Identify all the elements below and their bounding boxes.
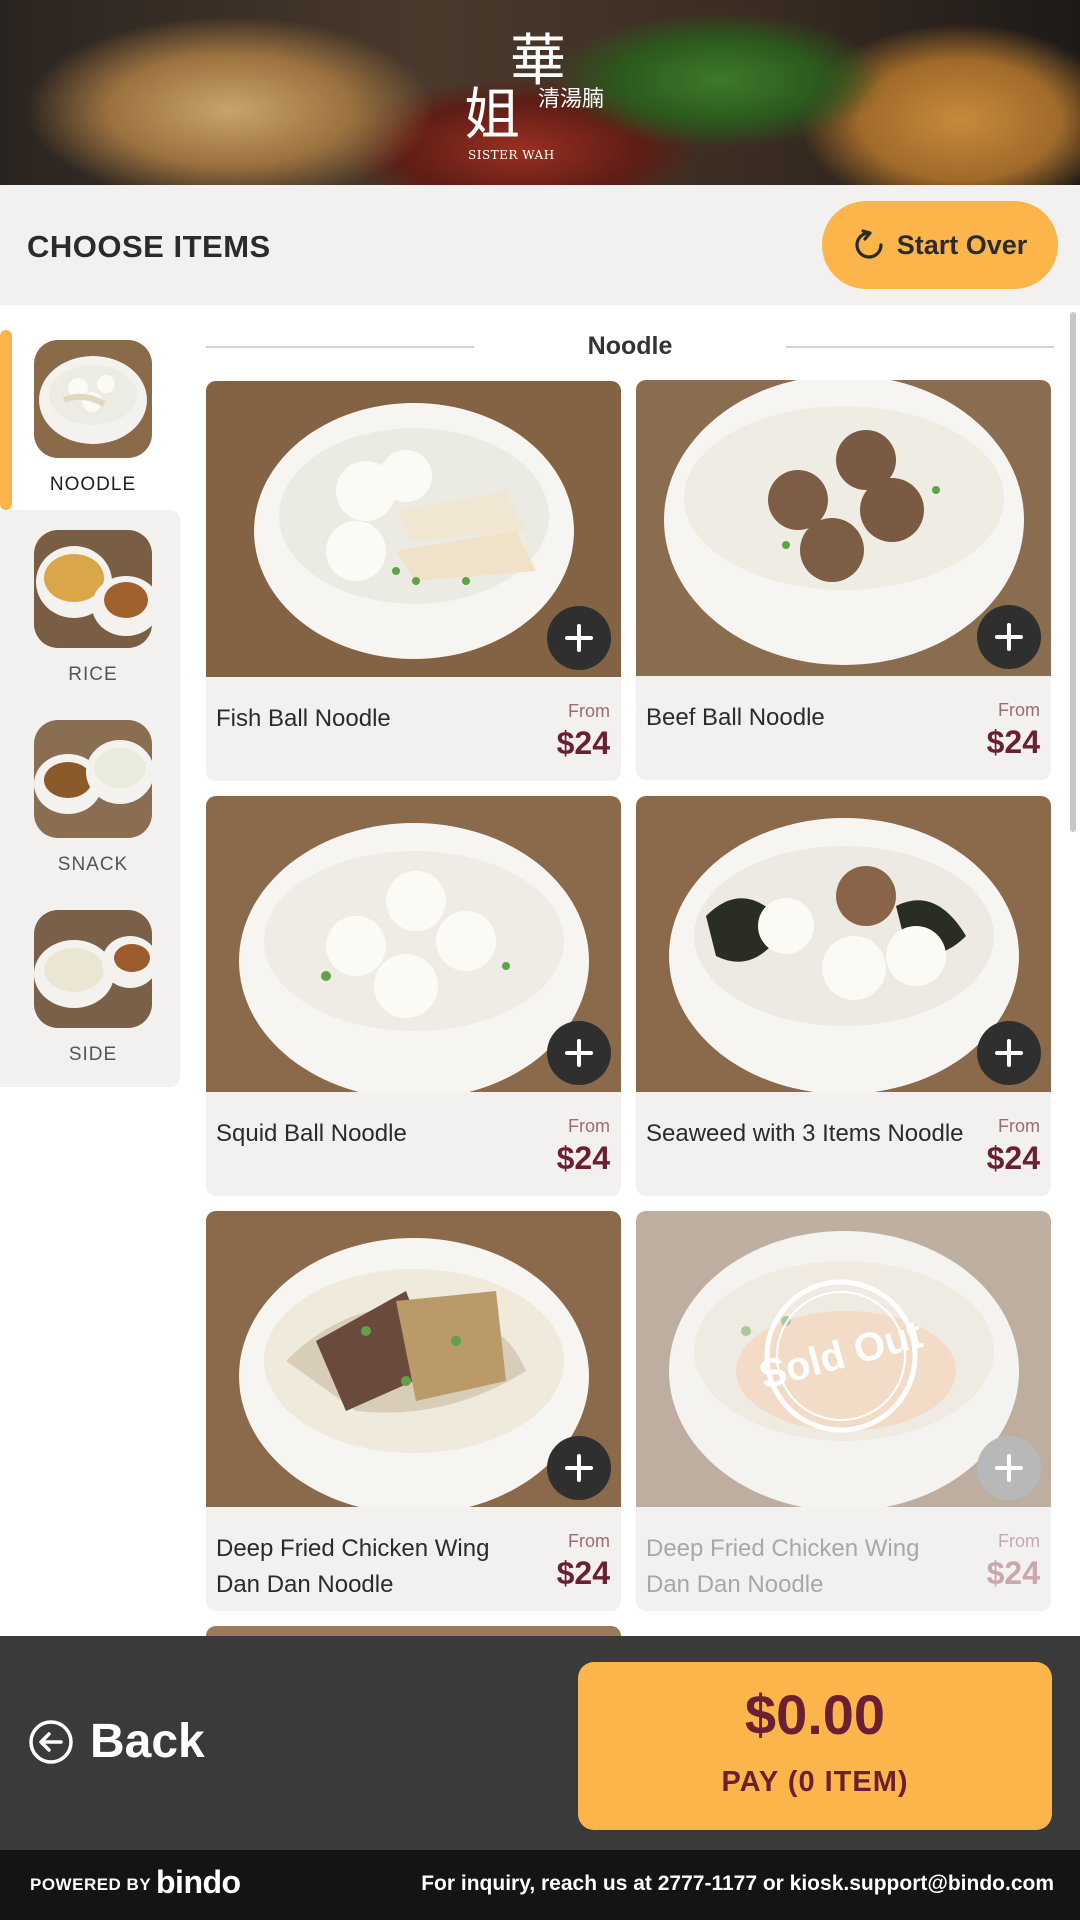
section-divider-left	[206, 346, 474, 348]
product-name: Deep Fried Chicken Wing Dan Dan Noodle	[216, 1535, 490, 1598]
pay-label: PAY (0 ITEM)	[721, 1766, 909, 1798]
start-over-label: Start Over	[896, 229, 1028, 260]
footer: POWERED BY bindo For inquiry, reach us a…	[0, 1850, 1080, 1920]
plus-icon	[565, 624, 593, 652]
product-name: Squid Ball Noodle	[216, 1120, 407, 1147]
back-arrow-icon	[29, 1719, 73, 1764]
scrollbar[interactable]	[1070, 312, 1076, 832]
add-button[interactable]	[977, 1021, 1041, 1085]
bindo-logo: bindo	[156, 1864, 241, 1900]
price-from-label: From	[568, 1531, 610, 1551]
plus-icon	[995, 623, 1023, 651]
price-from-label: From	[998, 700, 1040, 720]
product-name: Seaweed with 3 Items Noodle	[646, 1120, 964, 1147]
plus-icon	[995, 1454, 1023, 1482]
section-divider-right	[786, 346, 1054, 348]
product-card[interactable]: Fish Ball Noodle From $24	[206, 381, 621, 781]
category-side[interactable]: SIDE	[0, 900, 180, 1090]
category-label: NOODLE	[49, 474, 137, 495]
pay-button[interactable]: $0.00 PAY (0 ITEM)	[578, 1662, 1052, 1830]
page-title: CHOOSE ITEMS	[27, 229, 271, 264]
category-snack[interactable]: SNACK	[0, 710, 180, 900]
product-card[interactable]: Seaweed with 3 Items Noodle From $24	[636, 796, 1051, 1196]
category-thumbnail	[34, 530, 152, 648]
product-price: $24	[556, 1555, 610, 1591]
add-button-disabled	[977, 1436, 1041, 1500]
back-button[interactable]: Back	[28, 1714, 205, 1769]
svg-text:姐: 姐	[464, 83, 520, 148]
sold-out-stamp: Sold Out	[756, 1279, 926, 1433]
plus-icon	[995, 1039, 1023, 1067]
category-rice[interactable]: RICE	[0, 520, 180, 710]
add-button[interactable]	[547, 606, 611, 670]
product-price: $24	[986, 1555, 1040, 1591]
product-price: $24	[556, 725, 610, 761]
product-name: Deep Fried Chicken Wing Dan Dan Noodle	[646, 1535, 920, 1598]
category-thumbnail	[34, 720, 152, 838]
price-from-label: From	[998, 1531, 1040, 1551]
category-thumbnail	[34, 340, 152, 458]
product-card[interactable]: Deep Fried Chicken Wing Dan Dan Noodle F…	[206, 1211, 621, 1611]
back-label: Back	[90, 1715, 205, 1768]
product-card[interactable]: Beef Ball Noodle From $24	[636, 380, 1051, 780]
category-noodle[interactable]: NOODLE	[0, 330, 180, 520]
svg-text:清湯腩: 清湯腩	[538, 87, 604, 112]
next-product-card-peek	[206, 1626, 621, 1636]
category-label: SNACK	[57, 854, 129, 875]
svg-text:SISTER WAH: SISTER WAH	[468, 148, 555, 162]
product-name: Beef Ball Noodle	[646, 704, 825, 731]
product-name: Fish Ball Noodle	[216, 705, 391, 732]
plus-icon	[565, 1039, 593, 1067]
category-label: SIDE	[68, 1044, 118, 1065]
start-over-button[interactable]: Start Over	[822, 201, 1058, 289]
hero-banner: 華 姐 清湯腩 SISTER WAH	[0, 0, 1080, 185]
header-bar: CHOOSE ITEMS Start Over	[0, 185, 1080, 305]
bottom-action-bar: Back $0.00 PAY (0 ITEM)	[0, 1636, 1080, 1850]
product-card-sold-out: Sold Out Deep Fried Chicken Wing Dan Dan…	[636, 1211, 1051, 1611]
category-thumbnail	[34, 910, 152, 1028]
sister-wah-logo: 華 姐 清湯腩 SISTER WAH	[464, 29, 604, 162]
price-from-label: From	[998, 1116, 1040, 1136]
plus-icon	[565, 1454, 593, 1482]
section-title: Noodle	[587, 332, 673, 360]
product-card[interactable]: Squid Ball Noodle From $24	[206, 796, 621, 1196]
category-label: RICE	[68, 664, 118, 685]
price-from-label: From	[568, 1116, 610, 1136]
inquiry-text: For inquiry, reach us at 2777-1177 or ki…	[421, 1872, 1054, 1895]
order-total: $0.00	[744, 1683, 886, 1746]
price-from-label: From	[568, 701, 610, 721]
add-button[interactable]	[547, 1021, 611, 1085]
sold-out-text: Sold Out	[756, 1312, 926, 1398]
product-price: $24	[986, 1140, 1040, 1176]
add-button[interactable]	[547, 1436, 611, 1500]
add-button[interactable]	[977, 605, 1041, 669]
powered-by-label: POWERED BY	[30, 1875, 152, 1894]
product-price: $24	[556, 1140, 610, 1176]
refresh-icon	[855, 229, 883, 259]
product-price: $24	[986, 724, 1040, 760]
